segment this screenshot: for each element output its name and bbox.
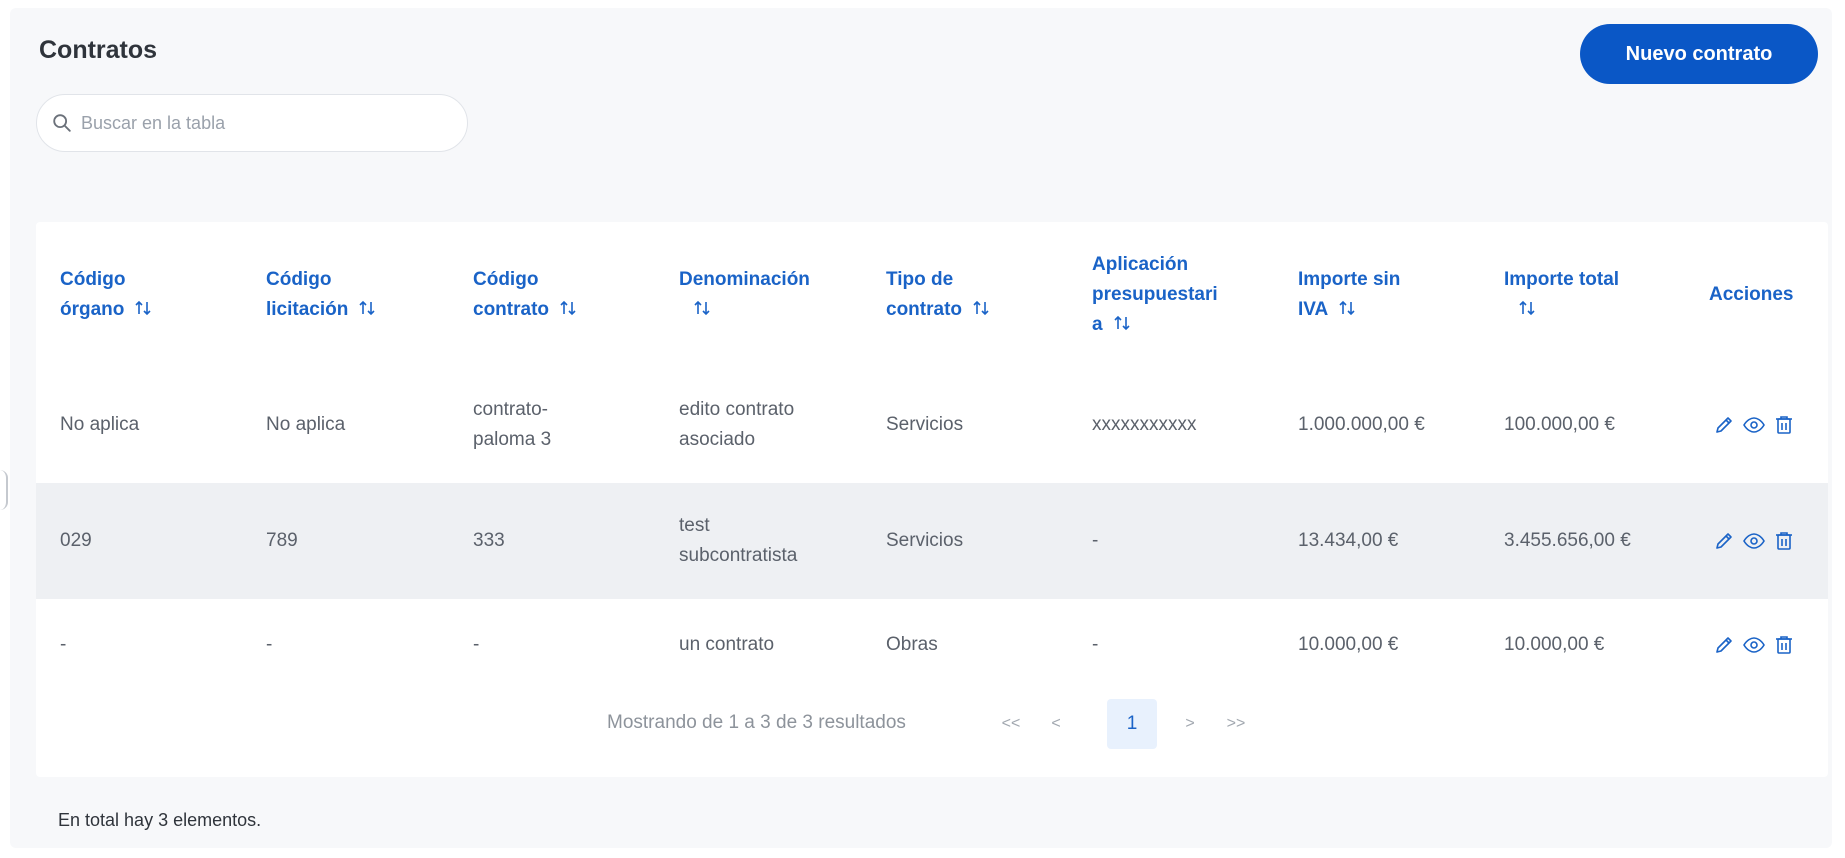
column-header-line: Importe total <box>1504 268 1620 290</box>
trash-icon[interactable] <box>1772 529 1796 553</box>
sort-icon[interactable] <box>1338 299 1356 317</box>
cell-importe-total: 3.455.656,00 € <box>1504 530 1631 551</box>
column-header-importe-sin-iva[interactable]: Importe sin IVA <box>1298 222 1488 367</box>
column-header-line: Denominación <box>679 268 810 290</box>
search-box[interactable] <box>36 94 468 152</box>
pencil-icon[interactable] <box>1712 529 1736 553</box>
column-header-line: presupuestari <box>1092 283 1218 305</box>
cell-codigo-organo: 029 <box>60 530 92 551</box>
eye-icon[interactable] <box>1742 633 1766 657</box>
column-header-line: Acciones <box>1709 283 1794 305</box>
last-page-button[interactable]: >> <box>1216 704 1256 744</box>
sort-icon[interactable] <box>1113 314 1131 332</box>
cell-aplicacion: - <box>1092 634 1099 655</box>
cell-codigo-licitacion: - <box>266 634 273 655</box>
cell-text-line: test <box>679 515 710 536</box>
cell-codigo-licitacion: 789 <box>266 530 298 551</box>
page-1-button[interactable]: 1 <box>1107 699 1157 749</box>
column-header-line: Código <box>266 268 332 290</box>
row-actions <box>1712 483 1796 599</box>
cell-codigo-contrato: contrato-paloma 3 <box>473 367 551 483</box>
column-header-line: IVA <box>1298 298 1329 320</box>
pencil-icon[interactable] <box>1712 633 1736 657</box>
cell-codigo-licitacion: No aplica <box>266 414 346 435</box>
pagination: Mostrando de 1 a 3 de 3 resultados << < … <box>36 696 1828 752</box>
sort-icon[interactable] <box>972 299 990 317</box>
cell-text-line: subcontratista <box>679 545 798 566</box>
cell-denominacion: edito contrato asociado <box>679 367 794 483</box>
cell-tipo-contrato: Servicios <box>886 530 964 551</box>
column-header-line: Aplicación <box>1092 253 1189 275</box>
cell-denominacion: test subcontratista <box>679 483 797 599</box>
table-header: Código órgano Código licitación Código c… <box>36 222 1828 367</box>
trash-icon[interactable] <box>1772 633 1796 657</box>
search-input[interactable] <box>81 112 451 134</box>
column-header-line: contrato <box>473 298 549 320</box>
left-edge-handle <box>0 470 8 510</box>
column-header-acciones: Acciones <box>1709 222 1824 367</box>
sort-icon[interactable] <box>1518 299 1536 317</box>
total-count-text: En total hay 3 elementos. <box>58 810 262 830</box>
first-page-button[interactable]: << <box>991 704 1031 744</box>
table-row: 029 789 333 test subcontratista Servicios… <box>36 483 1828 599</box>
prev-page-button[interactable]: < <box>1036 704 1076 744</box>
table-row: - - - un contrato Obras - 10.000,00 € 10… <box>36 599 1828 691</box>
pagination-summary: Mostrando de 1 a 3 de 3 resultados <box>607 712 906 733</box>
column-header-line: a <box>1092 313 1103 335</box>
trash-icon[interactable] <box>1772 413 1796 437</box>
column-header-importe-total[interactable]: Importe total <box>1504 222 1694 367</box>
column-header-line: contrato <box>886 298 962 320</box>
cell-tipo-contrato: Obras <box>886 634 938 655</box>
cell-text-line: paloma 3 <box>473 429 552 450</box>
column-header-denominacion[interactable]: Denominación <box>679 222 869 367</box>
eye-icon[interactable] <box>1742 413 1766 437</box>
column-header-line: licitación <box>266 298 349 320</box>
cell-text-line: asociado <box>679 429 756 450</box>
cell-aplicacion: xxxxxxxxxxx <box>1092 414 1197 435</box>
pencil-icon[interactable] <box>1712 413 1736 437</box>
column-header-codigo-organo[interactable]: Código órgano <box>60 222 250 367</box>
row-actions <box>1712 367 1796 483</box>
column-header-tipo-contrato[interactable]: Tipo de contrato <box>886 222 1076 367</box>
next-page-button[interactable]: > <box>1170 704 1210 744</box>
column-header-codigo-licitacion[interactable]: Código licitación <box>266 222 466 367</box>
cell-text-line: 333 <box>473 530 505 551</box>
column-header-line: Código <box>473 268 539 290</box>
cell-importe-sin-iva: 1.000.000,00 € <box>1298 414 1425 435</box>
cell-text-line: edito contrato <box>679 399 795 420</box>
search-icon <box>53 114 71 132</box>
row-actions <box>1712 599 1796 691</box>
sort-icon[interactable] <box>559 299 577 317</box>
sort-icon[interactable] <box>358 299 376 317</box>
cell-tipo-contrato: Servicios <box>886 414 964 435</box>
cell-importe-sin-iva: 10.000,00 € <box>1298 634 1399 655</box>
column-header-line: Código <box>60 268 126 290</box>
cell-importe-total: 100.000,00 € <box>1504 414 1615 435</box>
column-header-aplicacion-presupuestaria[interactable]: Aplicación presupuestari a <box>1092 222 1282 367</box>
cell-importe-total: 10.000,00 € <box>1504 634 1605 655</box>
column-header-line: Importe sin <box>1298 268 1401 290</box>
page-title: Contratos <box>39 36 158 64</box>
new-contract-button[interactable]: Nuevo contrato <box>1580 24 1818 84</box>
sort-icon[interactable] <box>134 299 152 317</box>
contracts-table: Código órgano Código licitación Código c… <box>36 222 1828 777</box>
column-header-codigo-contrato[interactable]: Código contrato <box>473 222 663 367</box>
cell-codigo-contrato: 333 <box>473 483 505 599</box>
table-row: No aplica No aplica contrato-paloma 3 ed… <box>36 367 1828 483</box>
eye-icon[interactable] <box>1742 529 1766 553</box>
cell-codigo-contrato: - <box>473 634 480 655</box>
cell-importe-sin-iva: 13.434,00 € <box>1298 530 1399 551</box>
column-header-line: órgano <box>60 298 125 320</box>
cell-text-line: contrato- <box>473 399 548 420</box>
sort-icon[interactable] <box>693 299 711 317</box>
cell-codigo-organo: No aplica <box>60 414 140 435</box>
cell-aplicacion: - <box>1092 530 1099 551</box>
cell-denominacion: un contrato <box>679 634 775 655</box>
cell-codigo-organo: - <box>60 634 67 655</box>
column-header-line: Tipo de <box>886 268 954 290</box>
